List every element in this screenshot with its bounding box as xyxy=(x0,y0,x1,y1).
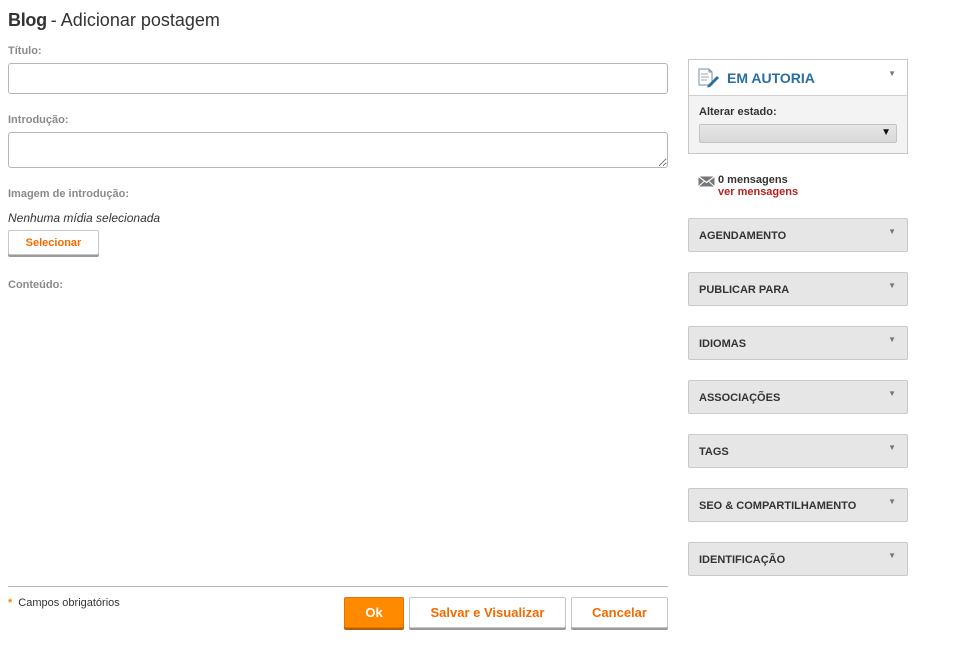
title-input[interactable] xyxy=(8,63,668,94)
section-publish-to[interactable]: PUBLICAR PARA ▼ xyxy=(688,272,908,306)
image-label: Imagem de introdução: xyxy=(8,188,130,200)
section-label: IDIOMAS xyxy=(699,338,747,350)
section-languages[interactable]: IDIOMAS ▼ xyxy=(688,326,908,360)
document-edit-icon xyxy=(698,68,720,93)
no-media-text: Nenhuma mídia selecionada xyxy=(8,211,161,225)
chevron-down-icon: ▼ xyxy=(888,227,896,236)
title-label: Título: xyxy=(8,45,42,57)
mail-icon xyxy=(698,174,715,192)
intro-textarea[interactable] xyxy=(8,132,668,168)
change-state-select[interactable]: ▼ xyxy=(699,124,897,143)
section-identification[interactable]: IDENTIFICAÇÃO ▼ xyxy=(688,542,908,576)
section-label: PUBLICAR PARA xyxy=(699,284,790,296)
required-note: * Campos obrigatórios xyxy=(8,597,120,609)
status-panel: EM AUTORIA ▼ Alterar estado: ▼ xyxy=(688,59,908,154)
chevron-down-icon: ▼ xyxy=(888,281,896,290)
section-label: TAGS xyxy=(699,446,729,458)
page-title-separator: - xyxy=(50,10,57,30)
change-state-label: Alterar estado: xyxy=(699,106,777,118)
required-star-icon: * xyxy=(8,597,13,609)
section-tags[interactable]: TAGS ▼ xyxy=(688,434,908,468)
footer-divider xyxy=(8,586,668,587)
chevron-down-icon: ▼ xyxy=(888,335,896,344)
status-panel-header[interactable]: EM AUTORIA ▼ xyxy=(689,60,907,96)
page-title-text: Adicionar postagem xyxy=(60,10,220,30)
section-label: ASSOCIAÇÕES xyxy=(699,392,781,404)
status-panel-title: EM AUTORIA xyxy=(727,70,815,86)
chevron-down-icon: ▼ xyxy=(888,551,896,560)
page-title: Blog - Adicionar postagem xyxy=(8,10,220,31)
chevron-down-icon[interactable]: ▼ xyxy=(888,69,896,78)
section-label: SEO & COMPARTILHAMENTO xyxy=(699,500,857,512)
section-seo-sharing[interactable]: SEO & COMPARTILHAMENTO ▼ xyxy=(688,488,908,522)
ok-button[interactable]: Ok xyxy=(344,597,404,628)
save-and-view-button[interactable]: Salvar e Visualizar xyxy=(409,597,566,628)
section-associations[interactable]: ASSOCIAÇÕES ▼ xyxy=(688,380,908,414)
cancel-button[interactable]: Cancelar xyxy=(571,597,668,628)
intro-label: Introdução: xyxy=(8,114,69,126)
content-label: Conteúdo: xyxy=(8,279,63,291)
page-title-module: Blog xyxy=(8,10,47,30)
section-label: IDENTIFICAÇÃO xyxy=(699,554,786,566)
chevron-down-icon: ▼ xyxy=(888,443,896,452)
chevron-down-icon: ▼ xyxy=(888,497,896,506)
select-media-button[interactable]: Selecionar xyxy=(8,230,99,255)
view-messages-link[interactable]: ver mensagens xyxy=(718,186,798,198)
section-label: AGENDAMENTO xyxy=(699,230,787,242)
select-caret-icon: ▼ xyxy=(881,127,891,138)
section-scheduling[interactable]: AGENDAMENTO ▼ xyxy=(688,218,908,252)
chevron-down-icon: ▼ xyxy=(888,389,896,398)
required-text: Campos obrigatórios xyxy=(18,597,120,609)
messages-count: 0 mensagens xyxy=(718,174,788,186)
